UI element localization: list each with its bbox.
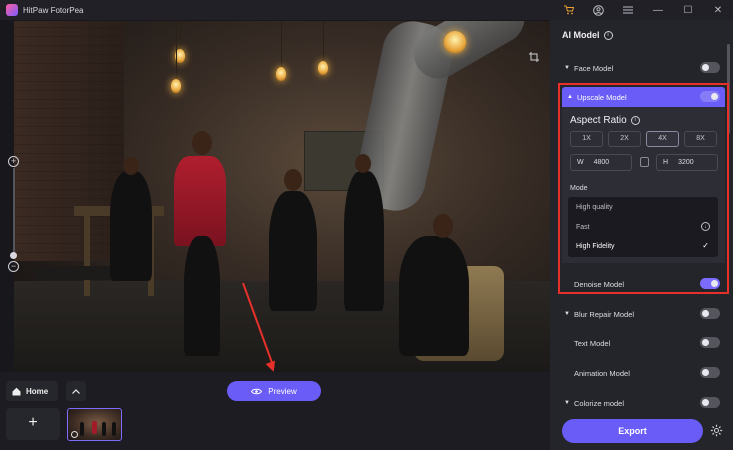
bulb-wire (180, 21, 181, 51)
bottom-bar: Home Preview + (0, 372, 550, 450)
person-head (192, 131, 212, 155)
app-logo (6, 4, 18, 16)
photo-brick (14, 21, 124, 261)
person-head (433, 214, 453, 238)
thumb-status-icon (71, 431, 78, 438)
zoom-slider-track[interactable] (13, 168, 15, 254)
person-head (123, 157, 139, 175)
colorize-model-toggle[interactable] (700, 397, 720, 408)
bulb (444, 31, 466, 53)
model-row-text[interactable]: Text Model (564, 335, 720, 351)
app-window: HitPaw FotorPea — ☐ ✕ + − Home Preview +… (0, 0, 733, 450)
photo-stool (34, 266, 114, 280)
person (184, 236, 220, 356)
eye-icon (251, 388, 263, 394)
bulb-wire (323, 21, 324, 61)
person (344, 171, 384, 311)
person-red-jacket (174, 156, 226, 246)
image-thumbnail[interactable] (67, 408, 122, 441)
maximize-button[interactable]: ☐ (673, 0, 703, 20)
add-image-button[interactable]: + (6, 408, 60, 440)
zoom-out-icon[interactable]: − (8, 261, 19, 272)
chevron-up-icon (72, 389, 80, 394)
model-label: Colorize model (574, 398, 625, 408)
collapse-button[interactable] (66, 381, 86, 401)
model-row-colorize[interactable]: ▼ Colorize model (564, 395, 720, 411)
zoom-slider-handle[interactable] (10, 252, 17, 259)
caret-down-icon: ▼ (564, 400, 570, 406)
model-row-face[interactable]: ▼ Face Model (564, 60, 720, 76)
zoom-in-icon[interactable]: + (8, 156, 19, 167)
panel-title-text: AI Model (562, 30, 600, 40)
home-icon (12, 387, 21, 395)
face-model-toggle[interactable] (700, 62, 720, 73)
model-label: Animation Model (574, 368, 630, 378)
model-label: Text Model (574, 338, 611, 348)
model-row-blur-repair[interactable]: ▼ Blur Repair Model (564, 306, 720, 322)
preview-label: Preview (268, 386, 297, 396)
close-button[interactable]: ✕ (703, 0, 733, 20)
minimize-button[interactable]: — (643, 0, 673, 20)
menu-icon[interactable] (613, 0, 643, 20)
annotation-highlight-box (558, 83, 729, 294)
model-label: Face Model (574, 63, 614, 73)
thumb-figure (92, 421, 97, 434)
text-model-toggle[interactable] (700, 337, 720, 348)
preview-button[interactable]: Preview (227, 381, 321, 401)
account-icon[interactable] (583, 0, 613, 20)
canvas-area: + − (0, 20, 550, 372)
crop-icon[interactable] (529, 52, 539, 65)
person (269, 191, 317, 311)
person (399, 236, 469, 356)
window-controls: — ☐ ✕ (553, 0, 733, 20)
home-label: Home (26, 386, 49, 396)
person-head (355, 154, 371, 173)
person-head (284, 169, 302, 191)
bulb-wire (176, 21, 177, 81)
photo-preview[interactable] (14, 21, 550, 371)
blur-repair-model-toggle[interactable] (700, 308, 720, 319)
photo-table-leg (84, 216, 90, 296)
caret-down-icon: ▼ (564, 65, 570, 71)
model-label: Blur Repair Model (574, 309, 635, 319)
bulb (276, 67, 286, 81)
animation-model-toggle[interactable] (700, 367, 720, 378)
bulb (171, 79, 181, 93)
thumb-figure (80, 422, 84, 436)
thumb-figure (112, 422, 116, 436)
panel-title: AI Model i (562, 30, 613, 40)
caret-down-icon: ▼ (564, 311, 570, 317)
bulb-wire (281, 21, 282, 69)
thumb-figure (102, 422, 106, 436)
export-button[interactable]: Export (562, 419, 703, 443)
home-button[interactable]: Home (6, 381, 58, 401)
model-row-animation[interactable]: Animation Model (564, 365, 720, 381)
title-bar: HitPaw FotorPea — ☐ ✕ (0, 0, 733, 20)
app-title: HitPaw FotorPea (23, 5, 84, 15)
info-icon[interactable]: i (603, 30, 613, 40)
person (110, 171, 152, 281)
cart-icon[interactable] (553, 0, 583, 20)
bulb (318, 61, 328, 75)
gear-icon[interactable] (710, 424, 723, 440)
